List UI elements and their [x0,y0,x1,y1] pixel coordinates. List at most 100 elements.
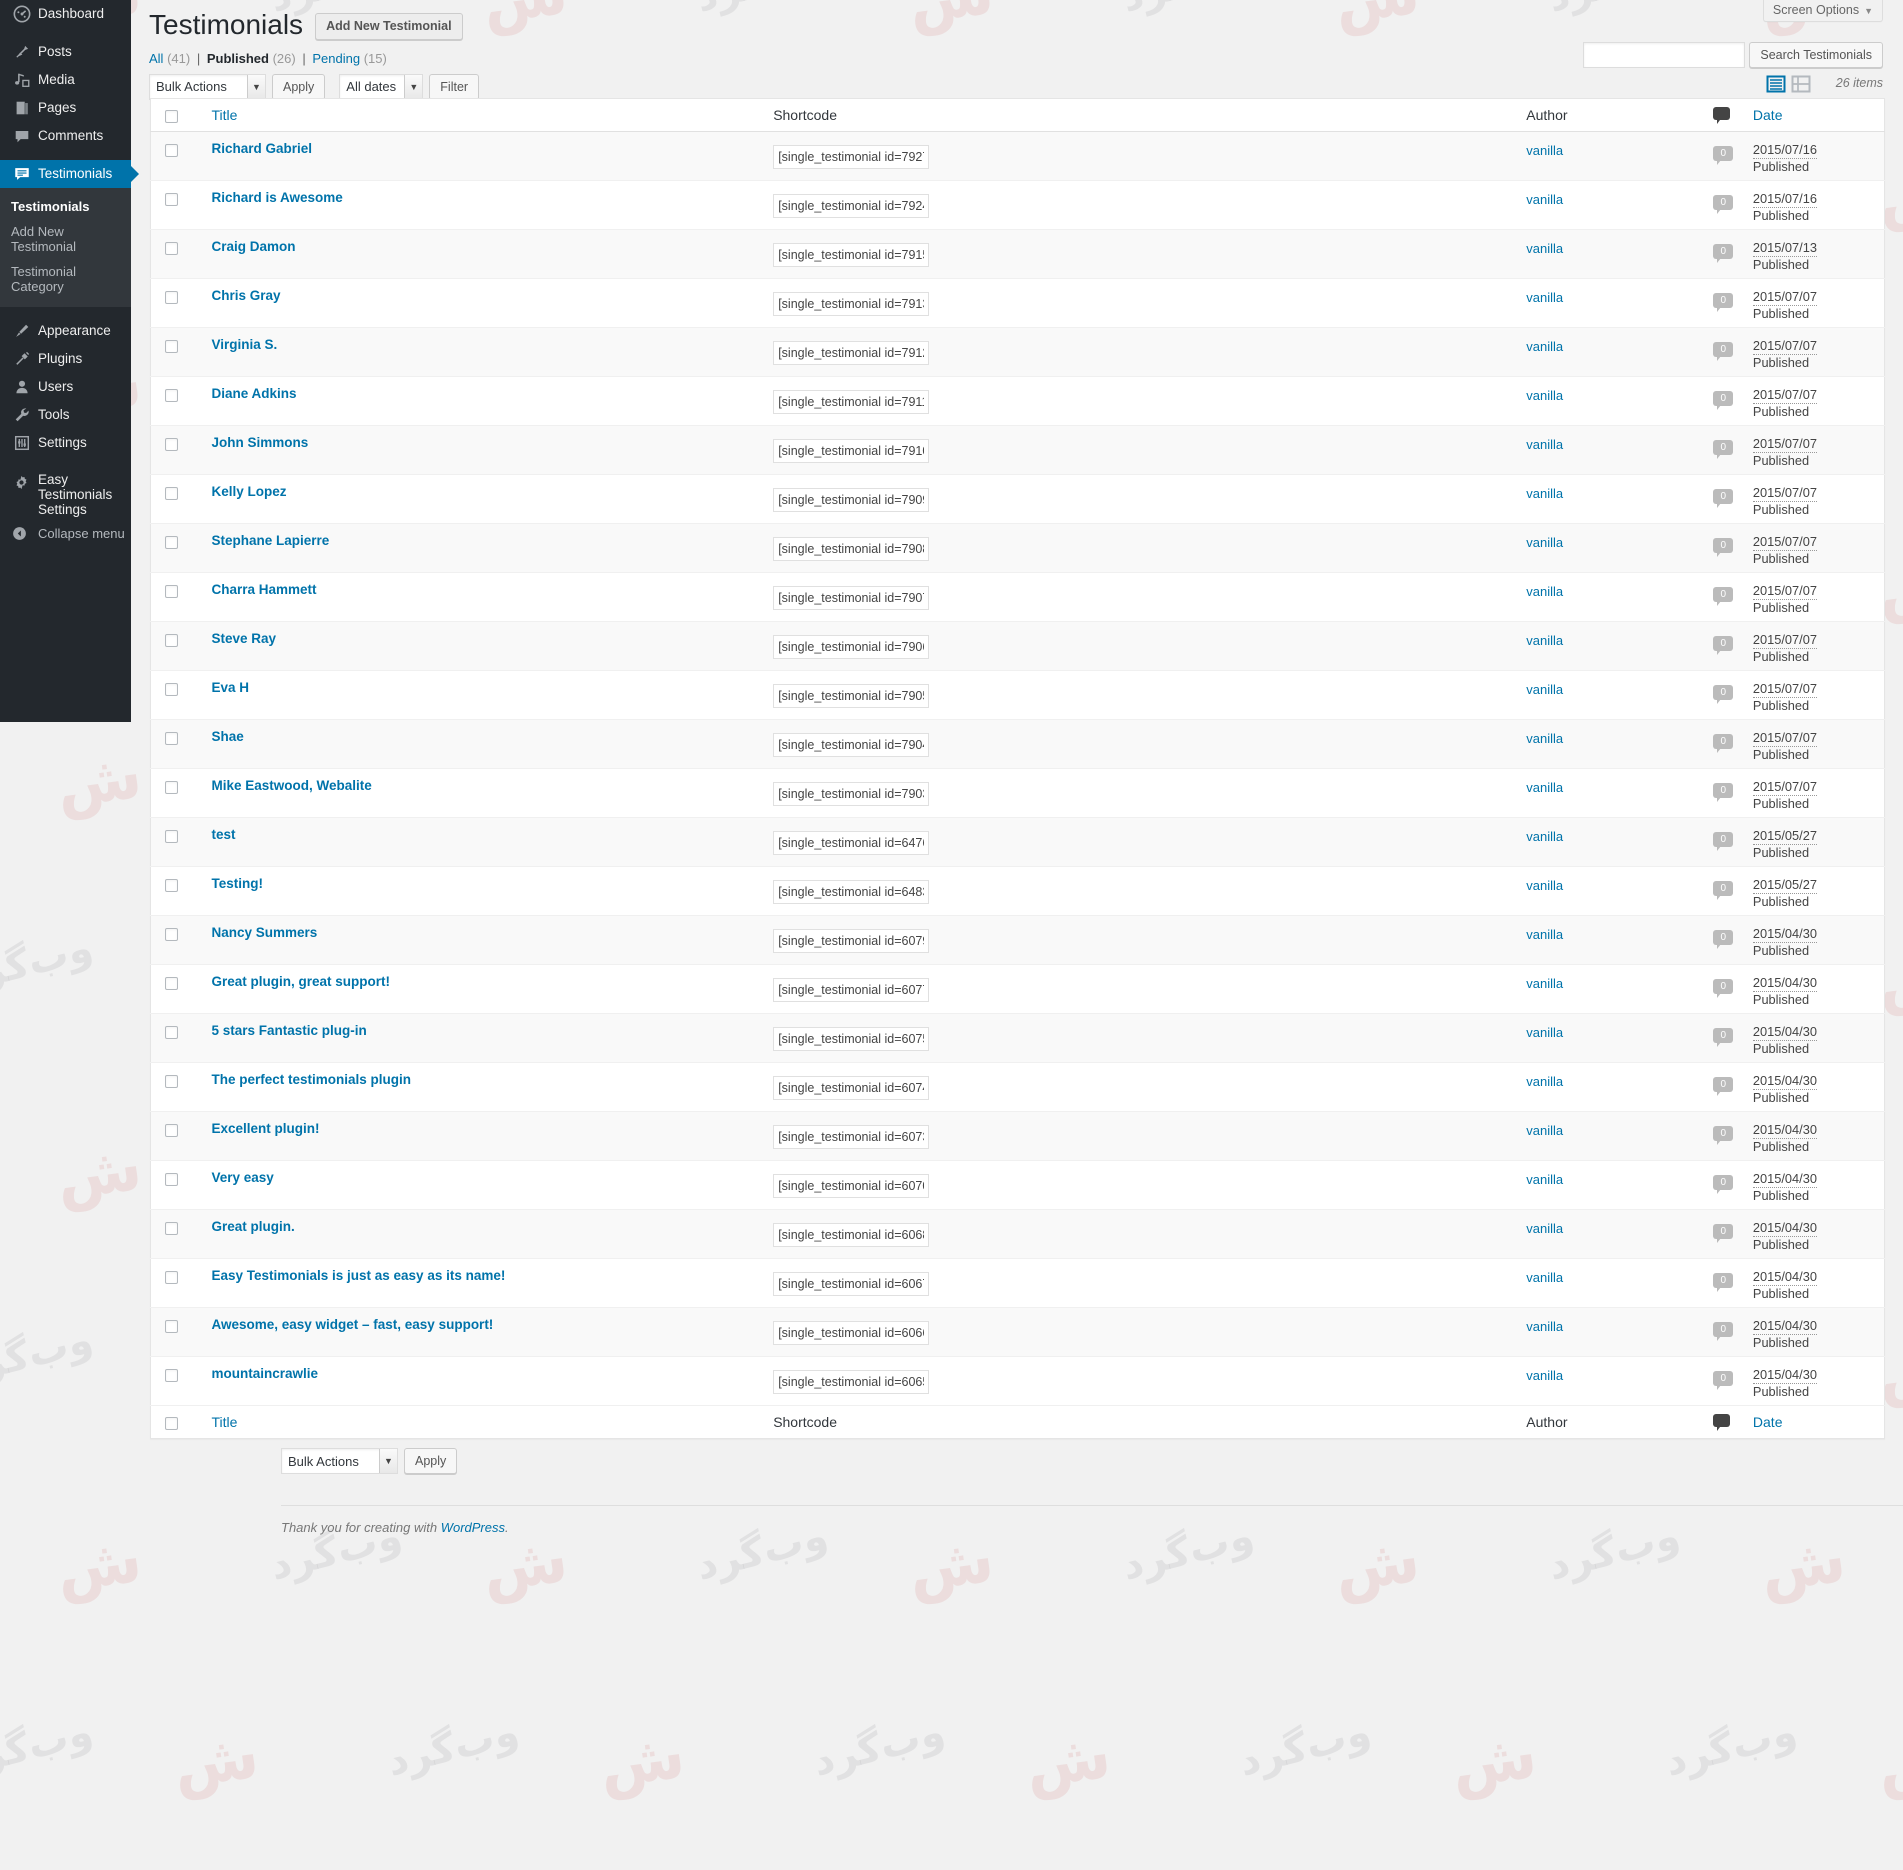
shortcode-input[interactable] [773,1076,930,1100]
row-author-link[interactable]: vanilla [1526,671,1563,697]
row-author-link[interactable]: vanilla [1526,524,1563,550]
shortcode-input[interactable] [773,1321,930,1345]
screen-options-button[interactable]: Screen Options ▼ [1762,0,1883,22]
row-checkbox[interactable] [165,585,178,599]
row-checkbox[interactable] [165,389,178,403]
comment-count-bubble[interactable]: 0 [1713,1273,1734,1292]
filter-link-pending[interactable]: Pending [312,51,360,66]
row-title-link[interactable]: Excellent plugin! [211,1112,319,1136]
row-author-link[interactable]: vanilla [1526,1014,1563,1040]
comment-count-bubble[interactable]: 0 [1713,979,1734,998]
submenu-item-testimonials[interactable]: Testimonials [0,194,131,219]
row-author-link[interactable]: vanilla [1526,720,1563,746]
row-checkbox[interactable] [165,144,178,158]
row-author-link[interactable]: vanilla [1526,1161,1563,1187]
row-title-link[interactable]: Easy Testimonials is just as easy as its… [211,1259,505,1283]
row-author-link[interactable]: vanilla [1526,1308,1563,1334]
row-checkbox[interactable] [165,634,178,648]
row-title-link[interactable]: Craig Damon [211,230,295,254]
apply-button-top[interactable]: Apply [272,73,326,100]
search-testimonials-button[interactable]: Search Testimonials [1749,42,1883,68]
sidebar-item-plugins[interactable]: Plugins [0,345,131,373]
row-checkbox[interactable] [165,830,178,844]
row-title-link[interactable]: Kelly Lopez [211,475,286,499]
list-view-icon[interactable] [1766,74,1786,94]
row-author-link[interactable]: vanilla [1526,1259,1563,1285]
comment-count-bubble[interactable]: 0 [1713,1322,1734,1341]
shortcode-input[interactable] [773,635,930,659]
shortcode-input[interactable] [773,1223,930,1247]
row-title-link[interactable]: Nancy Summers [211,916,317,940]
row-title-link[interactable]: Testing! [211,867,263,891]
shortcode-input[interactable] [773,782,930,806]
sidebar-item-media[interactable]: Media [0,66,131,94]
comment-count-bubble[interactable]: 0 [1713,783,1734,802]
sidebar-item-easy-testimonials-settings[interactable]: Easy Testimonials Settings [0,467,131,517]
shortcode-input[interactable] [773,586,930,610]
sidebar-item-appearance[interactable]: Appearance [0,317,131,345]
sidebar-item-tools[interactable]: Tools [0,401,131,429]
comment-count-bubble[interactable]: 0 [1713,440,1734,459]
comment-count-bubble[interactable]: 0 [1713,832,1734,851]
comment-count-bubble[interactable]: 0 [1713,881,1734,900]
bulk-actions-select[interactable]: Bulk ActionsEditMove to Trash [149,73,266,100]
row-author-link[interactable]: vanilla [1526,475,1563,501]
shortcode-input[interactable] [773,684,930,708]
shortcode-input[interactable] [773,1027,930,1051]
comment-count-bubble[interactable]: 0 [1713,1175,1734,1194]
sort-title-link-bottom[interactable]: Title [211,1414,237,1430]
row-checkbox[interactable] [165,1075,178,1089]
row-title-link[interactable]: Shae [211,720,243,744]
shortcode-input[interactable] [773,439,930,463]
comment-count-bubble[interactable]: 0 [1713,930,1734,949]
shortcode-input[interactable] [773,390,930,414]
row-title-link[interactable]: Diane Adkins [211,377,296,401]
shortcode-input[interactable] [773,537,930,561]
row-checkbox[interactable] [165,242,178,256]
shortcode-input[interactable] [773,292,930,316]
submenu-item-testimonial-category[interactable]: Testimonial Category [0,259,131,299]
row-title-link[interactable]: Chris Gray [211,279,280,303]
sort-title-link[interactable]: Title [211,107,237,123]
row-checkbox[interactable] [165,1222,178,1236]
row-author-link[interactable]: vanilla [1526,573,1563,599]
row-checkbox[interactable] [165,1369,178,1383]
row-author-link[interactable]: vanilla [1526,328,1563,354]
comment-bubble-icon[interactable] [1713,107,1731,124]
row-author-link[interactable]: vanilla [1526,1357,1563,1383]
sidebar-item-dashboard[interactable]: Dashboard [0,0,131,28]
comment-count-bubble[interactable]: 0 [1713,489,1734,508]
comment-count-bubble[interactable]: 0 [1713,685,1734,704]
comment-count-bubble[interactable]: 0 [1713,587,1734,606]
row-title-link[interactable]: Awesome, easy widget – fast, easy suppor… [211,1308,493,1332]
row-checkbox[interactable] [165,340,178,354]
shortcode-input[interactable] [773,929,930,953]
row-checkbox[interactable] [165,536,178,550]
shortcode-input[interactable] [773,1370,930,1394]
shortcode-input[interactable] [773,145,930,169]
sidebar-item-users[interactable]: Users [0,373,131,401]
shortcode-input[interactable] [773,1174,930,1198]
row-title-link[interactable]: Richard Gabriel [211,132,312,156]
filter-link-all[interactable]: All [149,51,163,66]
row-checkbox[interactable] [165,928,178,942]
row-title-link[interactable]: John Simmons [211,426,308,450]
row-title-link[interactable]: Eva H [211,671,249,695]
row-checkbox[interactable] [165,1026,178,1040]
comment-count-bubble[interactable]: 0 [1713,342,1734,361]
sidebar-item-settings[interactable]: Settings [0,429,131,457]
comment-count-bubble[interactable]: 0 [1713,1371,1734,1390]
row-title-link[interactable]: Virginia S. [211,328,277,352]
row-author-link[interactable]: vanilla [1526,818,1563,844]
apply-button-bottom[interactable]: Apply [404,1448,458,1474]
shortcode-input[interactable] [773,488,930,512]
row-checkbox[interactable] [165,438,178,452]
row-author-link[interactable]: vanilla [1526,230,1563,256]
row-checkbox[interactable] [165,1173,178,1187]
shortcode-input[interactable] [773,880,930,904]
comment-count-bubble[interactable]: 0 [1713,1126,1734,1145]
comment-count-bubble[interactable]: 0 [1713,1028,1734,1047]
row-author-link[interactable]: vanilla [1526,1210,1563,1236]
row-author-link[interactable]: vanilla [1526,965,1563,991]
row-title-link[interactable]: Great plugin. [211,1210,294,1234]
